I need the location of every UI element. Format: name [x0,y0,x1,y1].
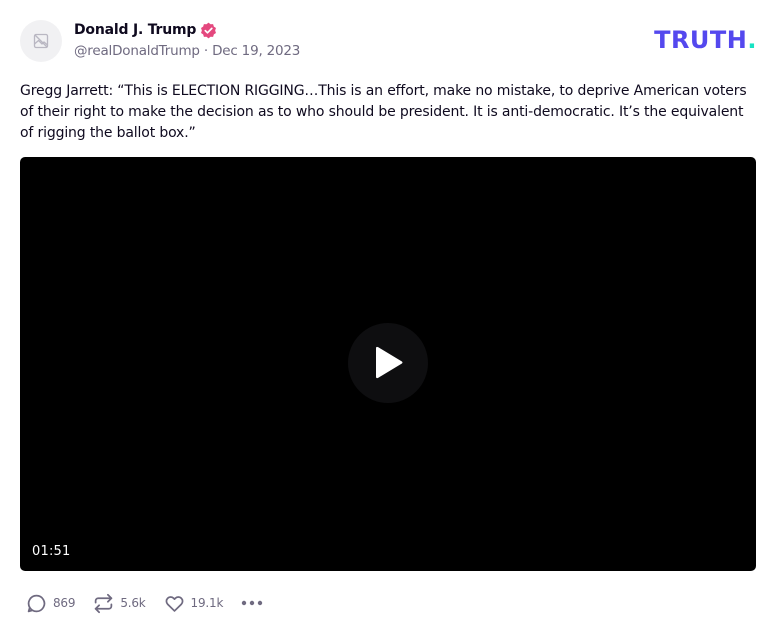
heart-icon [165,595,183,612]
retruth-count: 5.6k [120,596,146,610]
retruth-icon [95,593,113,613]
action-bar: 869 5.6k 19.1k [26,592,263,614]
truth-logo[interactable]: TRUTH. [654,26,757,54]
reply-count: 869 [53,596,76,610]
play-button[interactable] [348,323,428,403]
retruth-button[interactable]: 5.6k [93,593,146,614]
like-count: 19.1k [190,596,224,610]
logo-text: TRUTH [654,26,748,54]
more-icon [242,600,263,606]
avatar[interactable] [20,20,62,62]
author-block: Donald J. Trump @realDonaldTrump · Dec 1… [74,20,300,59]
like-button[interactable]: 19.1k [164,593,224,614]
post-date[interactable]: Dec 19, 2023 [212,43,300,59]
post-meta: @realDonaldTrump · Dec 19, 2023 [74,43,300,59]
author-handle[interactable]: @realDonaldTrump [74,43,200,59]
play-icon [376,346,403,379]
reply-icon [27,594,46,612]
meta-separator: · [203,43,208,59]
video-duration: 01:51 [32,544,71,559]
post-text: Gregg Jarrett: “This is ELECTION RIGGING… [20,83,747,141]
post-card: Donald J. Trump @realDonaldTrump · Dec 1… [0,0,777,633]
more-button[interactable] [241,600,263,606]
video-player[interactable]: 01:51 [20,157,756,571]
reply-button[interactable]: 869 [26,593,76,614]
logo-dot: . [747,26,757,54]
author-name-row: Donald J. Trump [74,20,300,40]
image-placeholder-icon [33,33,49,49]
author-display-name[interactable]: Donald J. Trump [74,22,196,38]
verified-badge-icon [200,22,217,39]
